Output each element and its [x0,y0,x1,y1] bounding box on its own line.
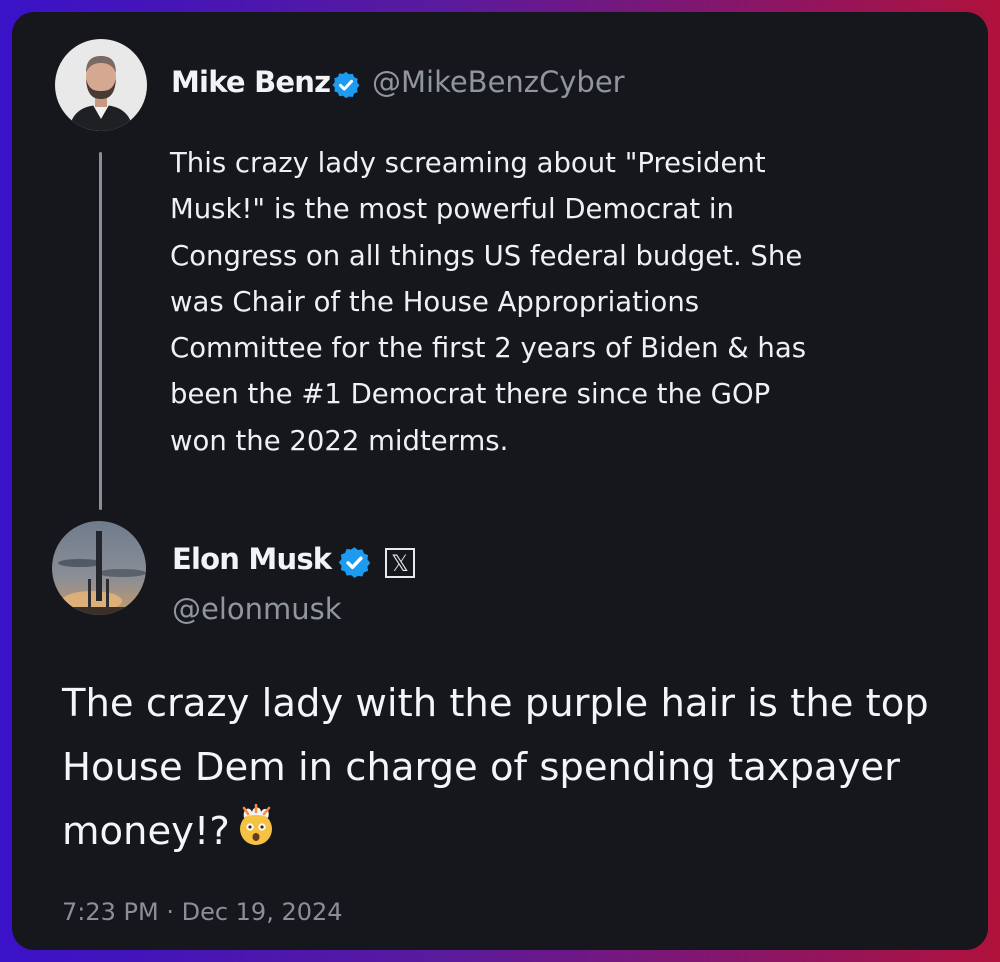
thread-connector-line [99,152,102,510]
verified-badge-icon [337,545,372,584]
tweet-card: Mike Benz @MikeBenzCyber This crazy lady… [12,12,988,950]
exploding-head-icon [234,803,278,868]
main-text-line: money!? [62,809,230,854]
avatar-mike-benz[interactable] [55,39,147,131]
reply-text-line: won the 2022 midterms. [170,424,509,457]
tweet-timestamp[interactable]: 7:23 PM · Dec 19, 2024 [62,898,343,926]
main-text-line: House Dem in charge of spending taxpayer [62,745,900,790]
main-text-line: The crazy lady with the purple hair is t… [62,681,929,726]
reply-tweet-text: This crazy lady screaming about "Preside… [170,140,890,464]
reply-text-line: This crazy lady screaming about "Preside… [170,147,766,179]
reply-text-line: been the #1 Democrat there since the GOP [170,378,771,411]
author-name-elon-musk[interactable]: Elon Musk [172,542,332,576]
author-name-mike-benz[interactable]: Mike Benz [171,65,331,99]
x-affiliate-badge-icon[interactable]: 𝕏 [385,548,415,578]
main-tweet-text: The crazy lady with the purple hair is t… [62,672,962,868]
author-handle-mike-benz[interactable]: @MikeBenzCyber [372,65,625,99]
reply-text-line: Congress on all things US federal budget… [170,239,803,272]
reply-text-line: was Chair of the House Appropriations [170,285,700,318]
author-handle-elon-musk[interactable]: @elonmusk [172,592,342,626]
verified-badge-icon [331,70,361,104]
reply-text-line: Committee for the first 2 years of Biden… [170,332,807,365]
avatar-elon-musk[interactable] [52,521,146,615]
main-text-line-last: money!? [62,800,962,868]
reply-text-line: Musk!" is the most powerful Democrat in [170,193,734,226]
